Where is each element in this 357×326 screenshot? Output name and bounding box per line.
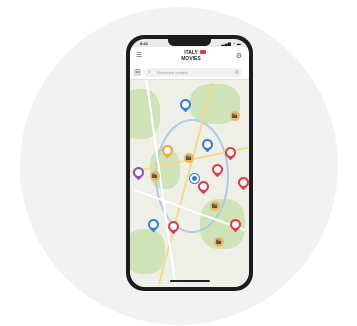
locate-icon[interactable]: ◎: [235, 69, 239, 75]
logo-line2: MOVIES: [181, 56, 201, 62]
pin-dot: [170, 223, 177, 230]
app-logo: ITALY MOVIES: [174, 50, 208, 65]
pin-dot: [150, 221, 157, 228]
map-pin[interactable]: [130, 164, 147, 181]
search-input[interactable]: ⌕ Ricercare località ◎: [144, 68, 242, 77]
camera-marker[interactable]: 🎬: [184, 153, 194, 163]
search-placeholder: Ricercare località: [157, 70, 188, 75]
pin-dot: [240, 179, 247, 186]
pin-dot: [200, 183, 207, 190]
pin-dot: [164, 147, 171, 154]
pin-dot: [204, 141, 211, 148]
pin-dot: [182, 101, 189, 108]
phone-frame: 9:41 ▂▄▆ ◔ ▬ ☰ ITALY MOVIES ⚙ ☷ ⌕ Ricerc…: [126, 35, 253, 291]
pin-dot: [227, 149, 234, 156]
map-pin[interactable]: [235, 174, 249, 191]
pin-dot: [232, 221, 239, 228]
status-icons: ▂▄▆ ◔ ▬: [221, 41, 241, 46]
camera-marker[interactable]: 🎬: [230, 111, 240, 121]
filter-icon[interactable]: ☷: [134, 69, 141, 76]
camera-marker[interactable]: 🎬: [210, 201, 220, 211]
user-location: [190, 174, 199, 183]
app-header: ☰ ITALY MOVIES ⚙: [130, 47, 249, 67]
search-row: ☷ ⌕ Ricercare località ◎: [130, 67, 249, 80]
map-park: [130, 89, 160, 139]
gear-icon[interactable]: ⚙: [236, 52, 242, 60]
camera-marker[interactable]: 🎬: [214, 237, 224, 247]
logo-flag: [200, 50, 206, 54]
pin-dot: [214, 166, 221, 173]
menu-icon[interactable]: ☰: [136, 52, 142, 59]
camera-marker[interactable]: 🎬: [150, 171, 160, 181]
map-park: [130, 229, 165, 274]
status-time: 9:41: [140, 41, 149, 46]
home-indicator: [170, 280, 210, 282]
map-view[interactable]: 🎬 🎬 🎬 🎬 🎬: [130, 79, 249, 287]
app-screen: 9:41 ▂▄▆ ◔ ▬ ☰ ITALY MOVIES ⚙ ☷ ⌕ Ricerc…: [130, 39, 249, 287]
pin-dot: [135, 169, 142, 176]
phone-notch: [168, 39, 211, 46]
search-icon: ⌕: [148, 69, 151, 75]
